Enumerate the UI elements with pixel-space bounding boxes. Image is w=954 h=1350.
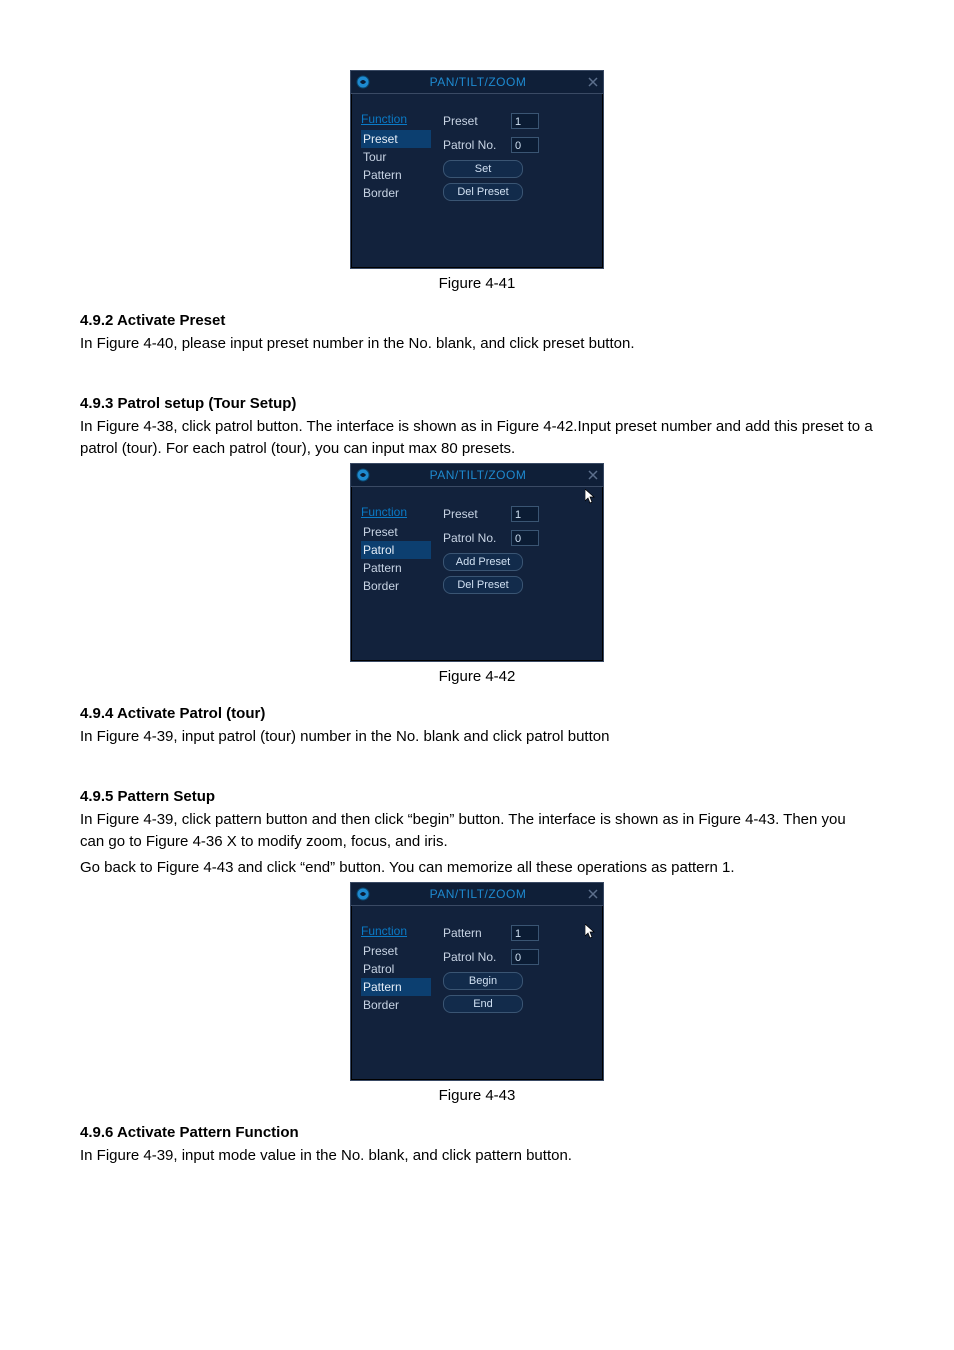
patrol-no-label: Patrol No. <box>443 531 505 545</box>
function-header: Function <box>361 112 431 126</box>
patrol-no-label: Patrol No. <box>443 138 505 152</box>
set-button[interactable]: Set <box>443 160 523 178</box>
value-panel: Pattern 1 Patrol No. 0 Begin End <box>443 924 593 1018</box>
figure-caption: Figure 4-43 <box>80 1087 874 1104</box>
function-item-pattern[interactable]: Pattern <box>361 978 431 996</box>
heading-4-9-5: 4.9.5 Pattern Setup <box>80 788 874 805</box>
function-list: Function Preset Patrol Pattern Border <box>361 505 431 599</box>
dialog-body: Function Preset Patrol Pattern Border Pr… <box>351 487 603 661</box>
dialog-titlebar: PAN/TILT/ZOOM <box>351 71 603 94</box>
function-item-border[interactable]: Border <box>361 577 431 595</box>
preset-label: Preset <box>443 114 505 128</box>
function-item-preset[interactable]: Preset <box>361 130 431 148</box>
figure-4-43-wrap: PAN/TILT/ZOOM Function Preset Patrol Pat… <box>80 882 874 1104</box>
function-item-preset[interactable]: Preset <box>361 523 431 541</box>
function-header: Function <box>361 505 431 519</box>
heading-4-9-3: 4.9.3 Patrol setup (Tour Setup) <box>80 395 874 412</box>
function-list: Function Preset Patrol Pattern Border <box>361 924 431 1018</box>
figure-4-42-wrap: PAN/TILT/ZOOM Function Preset Patrol Pat… <box>80 463 874 685</box>
dialog-title: PAN/TILT/ZOOM <box>373 887 583 901</box>
dialog-title: PAN/TILT/ZOOM <box>373 468 583 482</box>
patrol-no-input[interactable]: 0 <box>511 949 539 965</box>
dialog-app-icon <box>353 884 373 904</box>
para-4-9-3: In Figure 4-38, click patrol button. The… <box>80 416 874 460</box>
preset-input[interactable]: 1 <box>511 506 539 522</box>
ptz-dialog-43: PAN/TILT/ZOOM Function Preset Patrol Pat… <box>350 882 604 1081</box>
function-item-tour[interactable]: Tour <box>361 148 431 166</box>
preset-input[interactable]: 1 <box>511 113 539 129</box>
heading-4-9-2: 4.9.2 Activate Preset <box>80 312 874 329</box>
ptz-dialog-41: PAN/TILT/ZOOM Function Preset Tour Patte… <box>350 70 604 269</box>
figure-caption: Figure 4-42 <box>80 668 874 685</box>
para-4-9-6: In Figure 4-39, input mode value in the … <box>80 1145 874 1167</box>
function-list: Function Preset Tour Pattern Border <box>361 112 431 206</box>
heading-4-9-4: 4.9.4 Activate Patrol (tour) <box>80 705 874 722</box>
begin-button[interactable]: Begin <box>443 972 523 990</box>
add-preset-button[interactable]: Add Preset <box>443 553 523 571</box>
preset-label: Preset <box>443 507 505 521</box>
function-item-pattern[interactable]: Pattern <box>361 559 431 577</box>
cursor-icon <box>585 489 597 508</box>
function-item-patrol[interactable]: Patrol <box>361 960 431 978</box>
patrol-no-input[interactable]: 0 <box>511 530 539 546</box>
dialog-app-icon <box>353 72 373 92</box>
value-panel: Preset 1 Patrol No. 0 Add Preset Del Pre… <box>443 505 593 599</box>
ptz-dialog-42: PAN/TILT/ZOOM Function Preset Patrol Pat… <box>350 463 604 662</box>
heading-4-9-6: 4.9.6 Activate Pattern Function <box>80 1124 874 1141</box>
para-4-9-5a: In Figure 4-39, click pattern button and… <box>80 809 874 853</box>
close-icon[interactable] <box>583 465 603 485</box>
del-preset-button[interactable]: Del Preset <box>443 576 523 594</box>
end-button[interactable]: End <box>443 995 523 1013</box>
function-item-preset[interactable]: Preset <box>361 942 431 960</box>
figure-caption: Figure 4-41 <box>80 275 874 292</box>
dialog-title: PAN/TILT/ZOOM <box>373 75 583 89</box>
function-item-border[interactable]: Border <box>361 996 431 1014</box>
para-4-9-2: In Figure 4-40, please input preset numb… <box>80 333 874 355</box>
function-item-border[interactable]: Border <box>361 184 431 202</box>
function-item-pattern[interactable]: Pattern <box>361 166 431 184</box>
close-icon[interactable] <box>583 884 603 904</box>
dialog-titlebar: PAN/TILT/ZOOM <box>351 883 603 906</box>
dialog-titlebar: PAN/TILT/ZOOM <box>351 464 603 487</box>
para-4-9-5b: Go back to Figure 4-43 and click “end” b… <box>80 857 874 879</box>
close-icon[interactable] <box>583 72 603 92</box>
cursor-icon <box>585 924 597 943</box>
function-item-patrol[interactable]: Patrol <box>361 541 431 559</box>
function-header: Function <box>361 924 431 938</box>
patrol-no-input[interactable]: 0 <box>511 137 539 153</box>
figure-4-41-wrap: PAN/TILT/ZOOM Function Preset Tour Patte… <box>80 70 874 292</box>
dialog-body: Function Preset Tour Pattern Border Pres… <box>351 94 603 268</box>
del-preset-button[interactable]: Del Preset <box>443 183 523 201</box>
pattern-label: Pattern <box>443 926 505 940</box>
pattern-input[interactable]: 1 <box>511 925 539 941</box>
patrol-no-label: Patrol No. <box>443 950 505 964</box>
value-panel: Preset 1 Patrol No. 0 Set Del Preset <box>443 112 593 206</box>
para-4-9-4: In Figure 4-39, input patrol (tour) numb… <box>80 726 874 748</box>
dialog-app-icon <box>353 465 373 485</box>
dialog-body: Function Preset Patrol Pattern Border Pa… <box>351 906 603 1080</box>
page: PAN/TILT/ZOOM Function Preset Tour Patte… <box>0 0 954 1350</box>
